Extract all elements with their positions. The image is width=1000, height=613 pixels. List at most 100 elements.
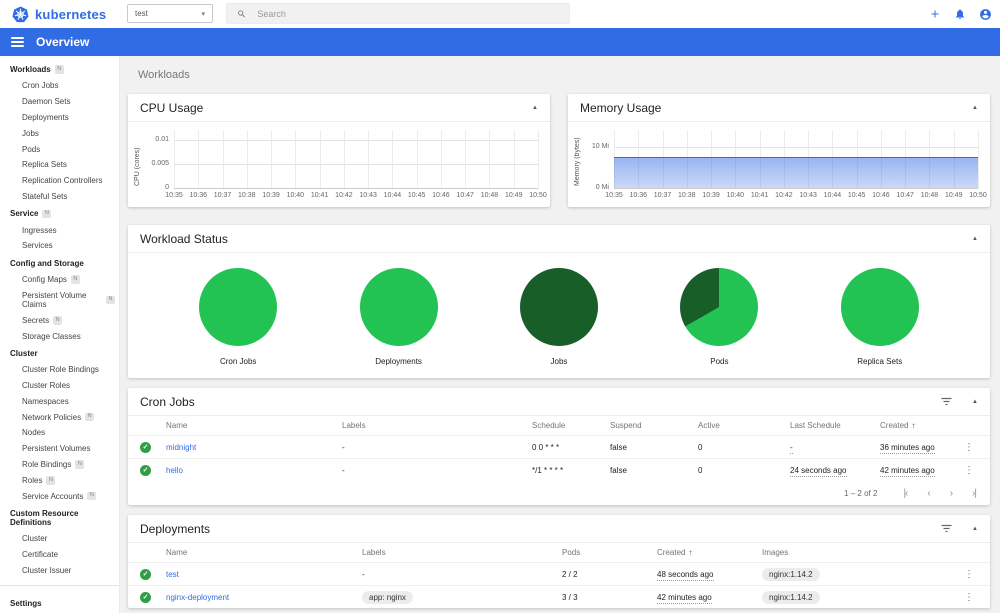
column-header-last-schedule[interactable]: Last Schedule — [790, 421, 880, 430]
sidebar-item-replication-controllers[interactable]: Replication Controllers — [0, 173, 119, 189]
filter-button[interactable] — [941, 524, 952, 533]
workload-pie-jobs: Jobs — [494, 268, 624, 366]
success-icon: ✓ — [140, 441, 151, 453]
name-link[interactable]: test — [166, 570, 179, 579]
notifications-button[interactable] — [954, 8, 966, 20]
row-menu-button[interactable]: ⋮ — [960, 465, 978, 476]
sidebar-item-label: Service Accounts — [22, 491, 84, 501]
sidebar-item-cron-jobs[interactable]: Cron Jobs — [0, 78, 119, 94]
sidebar-item-service-accounts[interactable]: Service Accounts N — [0, 488, 119, 504]
collapse-icon[interactable]: ▲ — [972, 526, 978, 532]
filter-button[interactable] — [941, 397, 952, 406]
x-tick-label: 10:45 — [407, 192, 426, 199]
cell-pods: 2 / 2 — [562, 569, 578, 579]
sidebar-item-role-bindings[interactable]: Role Bindings N — [0, 457, 119, 473]
sidebar-item-label: Stateful Sets — [22, 191, 68, 201]
sidebar-item-jobs[interactable]: Jobs — [0, 125, 119, 141]
kubernetes-logo[interactable]: kubernetes — [12, 6, 106, 23]
search-input[interactable] — [255, 7, 559, 20]
namespaced-badge: N — [75, 460, 85, 469]
create-button[interactable] — [929, 8, 941, 20]
column-header-created[interactable]: Created ↑ — [880, 421, 960, 430]
pagination-first-button[interactable]: |‹ — [903, 488, 908, 499]
table-row: ✓ test - 2 / 2 48 seconds ago nginx:1.14.2 ⋮ — [128, 562, 990, 585]
column-header-suspend[interactable]: Suspend — [610, 421, 698, 430]
column-header-name[interactable]: Name — [166, 548, 362, 557]
sidebar-item-label: Nodes — [22, 428, 46, 438]
sidebar-item-persistent-volume-claims[interactable]: Persistent Volume Claims N — [0, 288, 119, 313]
account-button[interactable] — [979, 8, 992, 21]
search-bar[interactable] — [226, 3, 570, 24]
kubernetes-helm-icon — [12, 6, 29, 22]
cell-labels: - — [342, 443, 532, 452]
deployments-card: Deployments ▲ Name Labels Pods Created ↑ Imag… — [128, 515, 990, 608]
column-header-label: Name — [166, 548, 188, 557]
sidebar-section-cluster[interactable]: Cluster — [0, 344, 119, 362]
memory-usage-card: Memory Usage ▲ Memory (bytes) 0 Mi 10 Mi 1… — [568, 94, 990, 207]
row-menu-button[interactable]: ⋮ — [960, 592, 978, 603]
x-tick-label: 10:47 — [456, 192, 474, 199]
sidebar-item-persistent-volumes[interactable]: Persistent Volumes — [0, 441, 119, 457]
column-header-labels[interactable]: Labels — [362, 548, 562, 557]
pagination-last-button[interactable]: ›| — [972, 488, 977, 499]
sidebar-item-label: Ingresses — [22, 225, 57, 235]
sidebar-item-config-maps[interactable]: Config Maps N — [0, 272, 119, 288]
sidebar-item-replica-sets[interactable]: Replica Sets — [0, 157, 119, 173]
sidebar-item-label: Roles — [22, 475, 43, 485]
namespace-selector[interactable]: test ▾ — [127, 4, 213, 23]
column-header-active[interactable]: Active — [698, 421, 790, 430]
sidebar-item-roles[interactable]: Roles N — [0, 472, 119, 488]
x-tick-label: 10:38 — [238, 192, 256, 199]
sidebar-item-ingresses[interactable]: Ingresses — [0, 222, 119, 238]
collapse-icon[interactable]: ▲ — [972, 236, 978, 242]
pagination-prev-button[interactable]: ‹ — [927, 488, 931, 499]
sidebar-item-deployments[interactable]: Deployments — [0, 110, 119, 126]
collapse-icon[interactable]: ▲ — [972, 399, 978, 405]
sidebar-item-label: Replica Sets — [22, 160, 67, 170]
sidebar-item-cluster[interactable]: Cluster — [0, 531, 119, 547]
column-header-pods[interactable]: Pods — [562, 548, 657, 557]
sidebar-item-services[interactable]: Services — [0, 238, 119, 254]
sidebar-item-pods[interactable]: Pods — [0, 141, 119, 157]
status-cell: ✓ — [140, 568, 166, 580]
sidebar-item-cluster-roles[interactable]: Cluster Roles — [0, 378, 119, 394]
brand-name: kubernetes — [35, 6, 107, 22]
row-menu-button[interactable]: ⋮ — [960, 569, 978, 580]
sidebar-section-service[interactable]: Service N — [0, 204, 119, 222]
column-header-name[interactable]: Name — [166, 421, 342, 430]
cell-labels: app: nginx — [362, 590, 562, 604]
column-header-images[interactable]: Images — [762, 548, 960, 557]
gridline — [174, 188, 538, 189]
sidebar-item-label: Storage Classes — [22, 331, 81, 341]
sidebar-item-namespaces[interactable]: Namespaces — [0, 394, 119, 410]
sidebar-item-secrets[interactable]: Secrets N — [0, 312, 119, 328]
pie-chart-label: Replica Sets — [857, 357, 903, 366]
column-header-schedule[interactable]: Schedule — [532, 421, 610, 430]
memory-usage-area — [614, 156, 978, 188]
sidebar-item-daemon-sets[interactable]: Daemon Sets — [0, 94, 119, 110]
sidebar-item-nodes[interactable]: Nodes — [0, 425, 119, 441]
column-header-created[interactable]: Created ↑ — [657, 548, 762, 557]
sidebar-section-workloads[interactable]: Workloads N — [0, 60, 119, 78]
sidebar-section-custom-resource-definitions[interactable]: Custom Resource Definitions — [0, 504, 119, 531]
name-link[interactable]: nginx-deployment — [166, 593, 229, 602]
collapse-icon[interactable]: ▲ — [532, 105, 538, 111]
sidebar-item-network-policies[interactable]: Network Policies N — [0, 409, 119, 425]
menu-icon[interactable] — [11, 36, 24, 48]
workload-status-title: Workload Status — [140, 231, 228, 246]
sidebar-item-settings[interactable]: Settings — [0, 593, 119, 613]
sidebar-item-certificate[interactable]: Certificate — [0, 547, 119, 563]
pagination-next-button[interactable]: › — [950, 488, 954, 499]
sidebar-item-cluster-role-bindings[interactable]: Cluster Role Bindings — [0, 362, 119, 378]
sidebar-section-config-and-storage[interactable]: Config and Storage — [0, 254, 119, 272]
column-header-labels[interactable]: Labels — [342, 421, 532, 430]
x-tick-label: 10:49 — [944, 192, 963, 199]
name-link[interactable]: midnight — [166, 443, 196, 452]
sidebar-item-stateful-sets[interactable]: Stateful Sets — [0, 188, 119, 204]
sidebar-item-storage-classes[interactable]: Storage Classes — [0, 328, 119, 344]
row-menu-button[interactable]: ⋮ — [960, 442, 978, 453]
sidebar-item-cluster-issuer[interactable]: Cluster Issuer — [0, 563, 119, 579]
gridline — [222, 130, 224, 188]
collapse-icon[interactable]: ▲ — [972, 105, 978, 111]
name-link[interactable]: hello — [166, 466, 183, 475]
